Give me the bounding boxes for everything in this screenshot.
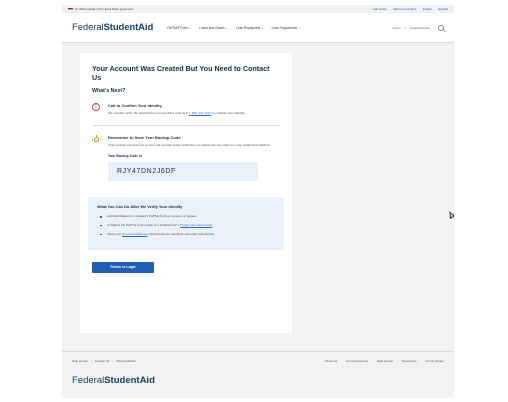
espanol-link[interactable]: Español [439,8,448,11]
account-status-card: Your Account Was Created But You Need to… [80,53,292,333]
backup-code-heading: Remember to Save Your Backup Code [108,135,181,141]
search-icon[interactable] [438,24,444,31]
list-item: Complete the FAFSA form online as a stud… [97,223,275,228]
footer-contact-us-link[interactable]: Contact Us [95,359,110,363]
federal-student-aid-logo[interactable]: FederalStudentAid [72,22,153,33]
footer-announcements-link[interactable]: Announcements [346,359,368,363]
list-item-text: Complete the FAFSA form online as a stud… [107,223,180,228]
gov-banner-text: An official website of the United States… [75,7,134,11]
main-nav: FAFSA® Form Loans and Grants Loan Repaym… [167,26,300,30]
footer-separator: | [91,359,92,363]
footer-data-center-link[interactable]: Data Center [377,359,393,363]
site-footer: Help Center | Contact Us | Site Feedback… [62,351,454,398]
backup-code-label: Your Backup Code is [108,154,142,159]
footer-help-center-link[interactable]: Help Center [72,359,88,363]
submit-complaint-link[interactable]: Submit a Complaint [393,8,416,11]
page-title: Your Account Was Created But You Need to… [92,64,270,82]
backup-code-section: Remember to Save Your Backup Code Your b… [92,135,280,182]
return-to-login-button[interactable]: Return to Login [92,261,154,273]
freely-associated-state-link[interactable]: Freely Associated State [180,223,212,227]
footer-site-feedback-link[interactable]: Site Feedback [116,359,135,363]
backup-code-text: Your backup code lets you access your ac… [108,143,271,148]
logo-bold-text: StudentAid [103,22,154,33]
list-item-text: View your [107,232,122,237]
browser-viewport: An official website of the United States… [62,5,454,398]
confirm-identity-text: We couldn't verify the information you p… [108,111,280,116]
after-verification-list: Add information to a student's FAFSA for… [97,214,275,237]
help-center-link[interactable]: Help Center [373,8,387,11]
footer-right-links: About Us Announcements Data Center Resou… [325,359,444,363]
confirm-identity-heading: Call to Confirm Your Identity [108,103,162,109]
header-account-links: Log In | Create Account [392,24,444,31]
whats-next-heading: What's Next? [92,88,126,95]
nav-item-loan-repayment[interactable]: Loan Repayment [236,26,264,30]
mouse-cursor-icon [446,210,454,219]
gov-banner-links: Help Center Submit a Complaint English E… [373,8,448,11]
account-dashboard-link[interactable]: account dashboard [122,232,147,236]
list-item: Add information to a student's FAFSA for… [97,214,275,219]
phone-number-link[interactable]: 1-800-433-3243 [189,111,211,115]
footer-resources-link[interactable]: Resources [402,359,416,363]
after-verification-heading: What You Can Do After We Verify Your Ide… [97,204,183,210]
list-item: View your account dashboard, which inclu… [97,232,275,237]
footer-logo-light-text: Federal [72,375,105,386]
footer-about-us-link[interactable]: About Us [325,359,337,363]
alert-circle-icon: ! [92,103,100,112]
after-verification-box: What You Can Do After We Verify Your Ide… [88,197,284,250]
backup-code-value: RJY47DN2J6DF [108,162,258,182]
site-header: FederalStudentAid FAFSA® Form Loans and … [62,13,454,43]
footer-logo[interactable]: FederalStudentAid [72,375,444,386]
english-link[interactable]: English [423,8,432,11]
confirm-text-start: We couldn't verify the information you p… [108,111,189,116]
confirm-identity-section: ! Call to Confirm Your Identity We could… [92,103,280,116]
footer-left-links: Help Center | Contact Us | Site Feedback [72,359,136,363]
lightbulb-icon [92,135,101,144]
header-separator: | [404,25,406,30]
section-divider [92,125,280,127]
confirm-text-end: to confirm your identity. [211,111,246,116]
login-link[interactable]: Log In [392,26,400,30]
nav-item-loans-grants[interactable]: Loans and Grants [199,26,228,30]
nav-item-fafsa[interactable]: FAFSA® Form [167,26,191,30]
nav-item-loan-forgiveness[interactable]: Loan Forgiveness [272,26,301,30]
create-account-link[interactable]: Create Account [409,26,430,30]
logo-light-text: Federal [72,22,104,33]
footer-separator: | [112,359,114,363]
list-item-text-end: . [212,223,213,228]
gov-banner: An official website of the United States… [62,5,454,13]
footer-forms-library-link[interactable]: Forms Library [425,359,444,363]
footer-logo-bold-text: StudentAid [104,375,155,386]
list-item-text-end: , which includes checklists and other in… [147,232,215,237]
us-flag-icon [68,7,73,11]
